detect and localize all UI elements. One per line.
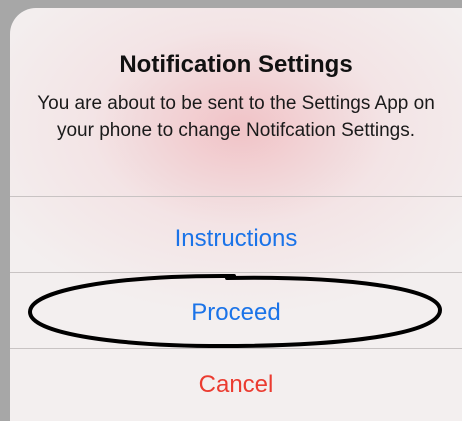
alert-message: You are about to be sent to the Settings… [37,93,435,141]
alert-header: Notification Settings You are about to b… [10,8,462,198]
alert-title: Notification Settings [119,51,353,78]
divider [10,272,462,273]
alert-dialog: Notification Settings You are about to b… [10,8,462,421]
instructions-button[interactable]: Instructions [10,224,462,254]
divider [10,196,462,197]
proceed-button[interactable]: Proceed [10,298,462,328]
divider [10,348,462,349]
cancel-button[interactable]: Cancel [10,370,462,400]
